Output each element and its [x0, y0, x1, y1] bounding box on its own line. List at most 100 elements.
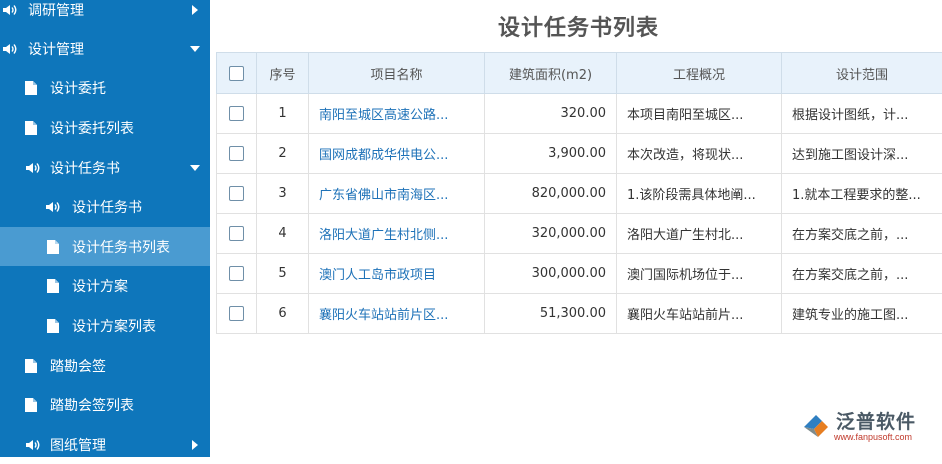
table-row[interactable]: 3 广东省佛山市南海区... 820,000.00 1.该阶段需具体地阐... …: [217, 174, 942, 214]
project-name-link[interactable]: 国网成都成华供电公...: [309, 134, 485, 174]
fanpu-logo-icon: [800, 409, 832, 441]
sidebar-item-design-commission[interactable]: 设计委托: [0, 68, 210, 107]
speaker-icon: [45, 200, 61, 214]
table-row[interactable]: 2 国网成都成华供电公... 3,900.00 本次改造，将现状... 达到施工…: [217, 134, 942, 174]
cell-scope: 在方案交底之前，...: [782, 254, 942, 294]
sidebar-item-design-scheme[interactable]: 设计方案: [0, 266, 210, 305]
design-brief-table: 序号 项目名称 建筑面积(m2) 工程概况 设计范围 1 南阳至城区高速公路..…: [216, 52, 942, 334]
table-row[interactable]: 5 澳门人工岛市政项目 300,000.00 澳门国际机场位于... 在方案交底…: [217, 254, 942, 294]
column-header-overview[interactable]: 工程概况: [617, 53, 782, 94]
cell-scope: 1.就本工程要求的整...: [782, 174, 942, 214]
sidebar-item-label: 设计委托列表: [50, 118, 134, 138]
document-icon: [25, 81, 37, 95]
cell-overview: 澳门国际机场位于...: [617, 254, 782, 294]
row-checkbox[interactable]: [229, 186, 244, 201]
cell-overview: 1.该阶段需具体地阐...: [617, 174, 782, 214]
row-checkbox[interactable]: [229, 306, 244, 321]
page-title: 设计任务书列表: [215, 10, 942, 42]
chevron-right-icon: [192, 5, 198, 15]
sidebar-item-label: 设计方案: [72, 276, 128, 296]
cell-overview: 本项目南阳至城区...: [617, 94, 782, 134]
table-row[interactable]: 6 襄阳火车站站前片区... 51,300.00 襄阳火车站站前片... 建筑专…: [217, 294, 942, 334]
row-checkbox[interactable]: [229, 106, 244, 121]
table-row[interactable]: 4 洛阳大道广生村北侧... 320,000.00 洛阳大道广生村北... 在方…: [217, 214, 942, 254]
document-icon: [47, 279, 59, 293]
sidebar-item-label: 设计任务书列表: [72, 237, 170, 257]
column-header-no[interactable]: 序号: [257, 53, 309, 94]
row-checkbox-cell[interactable]: [217, 174, 257, 214]
cell-area: 3,900.00: [485, 134, 617, 174]
cell-scope: 根据设计图纸，计...: [782, 94, 942, 134]
cell-scope: 在方案交底之前，...: [782, 214, 942, 254]
table-header-row: 序号 项目名称 建筑面积(m2) 工程概况 设计范围: [217, 53, 942, 94]
cell-overview: 本次改造，将现状...: [617, 134, 782, 174]
row-checkbox-cell[interactable]: [217, 254, 257, 294]
document-icon: [25, 121, 37, 135]
chevron-down-icon: [190, 46, 200, 52]
sidebar-item-design-commission-list[interactable]: 设计委托列表: [0, 108, 210, 147]
project-name-link[interactable]: 南阳至城区高速公路...: [309, 94, 485, 134]
sidebar-item-site-survey-list[interactable]: 踏勘会签列表: [0, 385, 210, 424]
chevron-right-icon: [192, 440, 198, 450]
sidebar-item-label: 设计委托: [50, 78, 106, 98]
row-checkbox-cell[interactable]: [217, 214, 257, 254]
speaker-icon: [25, 161, 41, 175]
cell-scope: 建筑专业的施工图...: [782, 294, 942, 334]
cell-scope: 达到施工图设计深...: [782, 134, 942, 174]
cell-overview: 襄阳火车站站前片...: [617, 294, 782, 334]
sidebar-item-label: 设计方案列表: [72, 316, 156, 336]
sidebar-item-site-survey[interactable]: 踏勘会签: [0, 346, 210, 385]
cell-area: 320,000.00: [485, 214, 617, 254]
cell-area: 320.00: [485, 94, 617, 134]
sidebar-item-design-scheme-list[interactable]: 设计方案列表: [0, 306, 210, 345]
sidebar-item-label: 踏勘会签列表: [50, 395, 134, 415]
sidebar-item-design-management[interactable]: 设计管理: [0, 29, 210, 68]
row-checkbox[interactable]: [229, 146, 244, 161]
project-name-link[interactable]: 广东省佛山市南海区...: [309, 174, 485, 214]
project-name-link[interactable]: 洛阳大道广生村北侧...: [309, 214, 485, 254]
watermark-text: 泛普软件: [836, 407, 916, 434]
project-name-link[interactable]: 襄阳火车站站前片区...: [309, 294, 485, 334]
cell-no: 4: [257, 214, 309, 254]
sidebar: 调研管理 设计管理 设计委托 设计委托列表 设计任务书 设计任务书 设计任务书列…: [0, 0, 210, 457]
cell-no: 2: [257, 134, 309, 174]
cell-area: 820,000.00: [485, 174, 617, 214]
chevron-down-icon: [190, 165, 200, 171]
watermark-url: www.fanpusoft.com: [834, 432, 912, 442]
row-checkbox[interactable]: [229, 266, 244, 281]
speaker-icon: [2, 42, 18, 56]
cell-area: 51,300.00: [485, 294, 617, 334]
cell-area: 300,000.00: [485, 254, 617, 294]
column-header-project-name[interactable]: 项目名称: [309, 53, 485, 94]
sidebar-item-label: 调研管理: [28, 0, 84, 20]
sidebar-item-design-brief-list[interactable]: 设计任务书列表: [0, 227, 210, 266]
select-all-checkbox[interactable]: [229, 66, 244, 81]
column-header-design-scope[interactable]: 设计范围: [782, 53, 942, 94]
watermark: 泛普软件 www.fanpusoft.com: [800, 407, 932, 447]
row-checkbox-cell[interactable]: [217, 294, 257, 334]
cell-no: 1: [257, 94, 309, 134]
sidebar-item-label: 设计任务书: [50, 158, 120, 178]
cell-no: 5: [257, 254, 309, 294]
cell-overview: 洛阳大道广生村北...: [617, 214, 782, 254]
row-checkbox-cell[interactable]: [217, 94, 257, 134]
sidebar-item-research[interactable]: 调研管理: [0, 0, 210, 29]
sidebar-item-design-brief-group[interactable]: 设计任务书: [0, 148, 210, 187]
cell-no: 3: [257, 174, 309, 214]
row-checkbox[interactable]: [229, 226, 244, 241]
speaker-icon: [2, 3, 18, 17]
sidebar-item-label: 设计任务书: [72, 197, 142, 217]
row-checkbox-cell[interactable]: [217, 134, 257, 174]
sidebar-item-design-brief[interactable]: 设计任务书: [0, 187, 210, 226]
document-icon: [25, 398, 37, 412]
project-name-link[interactable]: 澳门人工岛市政项目: [309, 254, 485, 294]
column-header-building-area[interactable]: 建筑面积(m2): [485, 53, 617, 94]
table-row[interactable]: 1 南阳至城区高速公路... 320.00 本项目南阳至城区... 根据设计图纸…: [217, 94, 942, 134]
sidebar-item-label: 踏勘会签: [50, 356, 106, 376]
select-all-checkbox-cell[interactable]: [217, 53, 257, 94]
document-icon: [25, 359, 37, 373]
sidebar-item-label: 设计管理: [28, 39, 84, 59]
sidebar-item-drawing-management[interactable]: 图纸管理: [0, 425, 210, 464]
cell-no: 6: [257, 294, 309, 334]
speaker-icon: [25, 438, 41, 452]
